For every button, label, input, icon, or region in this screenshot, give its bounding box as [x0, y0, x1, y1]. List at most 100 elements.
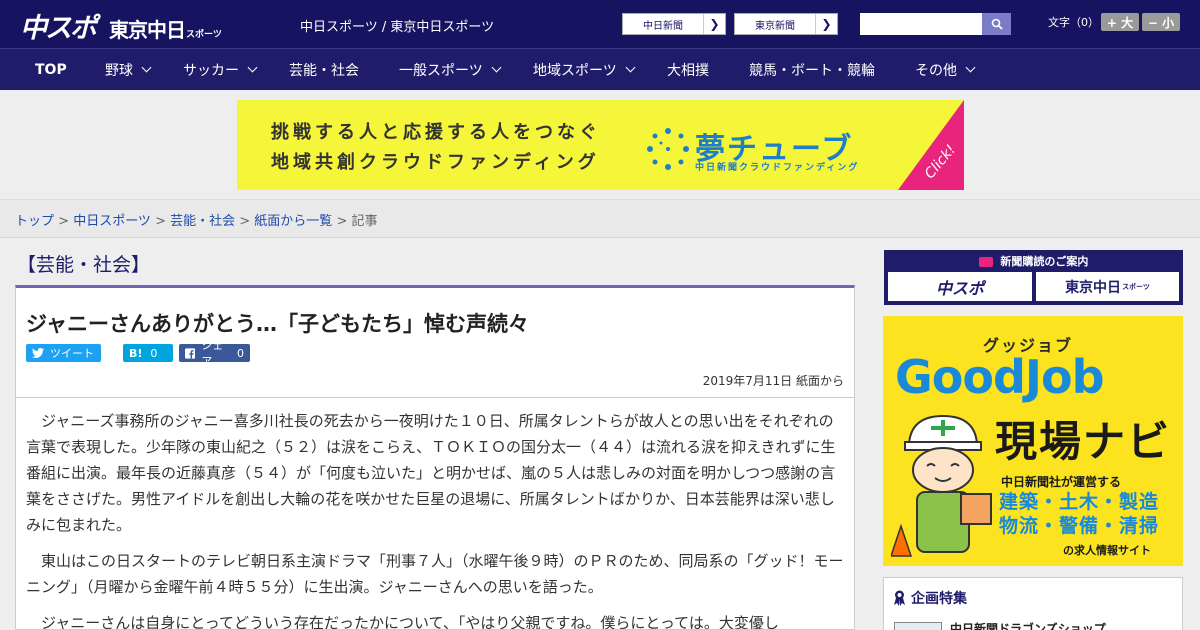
- chevron-down-icon: [965, 62, 976, 73]
- tokyo-shimbun-button[interactable]: 東京新聞 ❯: [734, 13, 838, 35]
- goodjob-industries-line-1: 建築・土木・製造: [999, 491, 1160, 513]
- breadcrumb-separator: >: [336, 214, 352, 229]
- goodjob-site-desc: の求人情報サイト: [1063, 544, 1151, 557]
- banner-brand-sub: 中日新聞クラウドファンディング: [695, 163, 860, 173]
- article-paragraph: ジャニーズ事務所のジャニー喜多川社長の死去から一夜明けた１０日、所属タレントらが…: [26, 412, 836, 534]
- nav-item-other[interactable]: その他: [915, 49, 976, 90]
- facebook-share-button[interactable]: シェア 0: [179, 339, 250, 368]
- nav-item-top[interactable]: TOP: [35, 49, 67, 90]
- nav-item-label: 大相撲: [667, 62, 709, 79]
- feature-title: 企画特集: [894, 588, 967, 608]
- hatena-icon: B!: [129, 346, 143, 360]
- nav-item-sumo[interactable]: 大相撲: [667, 49, 709, 90]
- chevron-down-icon: [141, 62, 152, 73]
- subscription-title-text: 新聞購読のご案内: [1000, 255, 1089, 268]
- feature-box: 企画特集 中日新聞ドラゴンズショップ: [883, 577, 1183, 630]
- ribbon-icon: [894, 590, 905, 606]
- article-body: ジャニーズ事務所のジャニー喜多川社長の死去から一夜明けた１０日、所属タレントらが…: [15, 398, 855, 630]
- nav-item-general-sports[interactable]: 一般スポーツ: [399, 49, 502, 90]
- banner-line-2: 地域共創クラウドファンディング: [271, 152, 600, 173]
- hatena-bookmark-button[interactable]: B! 0: [123, 344, 173, 362]
- yume-tube-logo: 夢チューブ 中日新聞クラウドファンディング: [645, 124, 905, 174]
- nav-item-baseball[interactable]: 野球: [105, 49, 152, 90]
- facebook-icon: [185, 347, 196, 359]
- site-button-label: 中日新聞: [643, 20, 683, 32]
- goodjob-genba-navi: 現場ナビ: [995, 417, 1172, 466]
- chevron-down-icon: [491, 62, 502, 73]
- feature-item-dragons-shop[interactable]: 中日新聞ドラゴンズショップ: [894, 620, 1106, 630]
- twitter-bird-icon: [32, 348, 44, 358]
- goodjob-title: GoodJob: [895, 350, 1105, 404]
- fb-share-label: シェア: [201, 339, 224, 368]
- goodjob-operator: 中日新聞社が運営する: [1001, 475, 1122, 489]
- nav-item-label: 地域スポーツ: [533, 62, 617, 79]
- breadcrumb-newspaper-list[interactable]: 紙面から一覧: [254, 214, 332, 229]
- search-button[interactable]: [982, 13, 1011, 35]
- site-logo[interactable]: 中スポ 東京中日 スポーツ: [20, 6, 222, 44]
- article-title: ジャニーさんありがとう…「子どもたち」悼む声続々: [26, 312, 529, 336]
- header-site-names: 中日スポーツ / 東京中日スポーツ: [300, 20, 495, 35]
- nav-item-entertainment[interactable]: 芸能・社会: [289, 49, 359, 90]
- banner-area: 挑戦する人と応援する人をつなぐ 地域共創クラウドファンディング 夢チューブ 中日…: [0, 90, 1200, 200]
- goodjob-industries-line-2: 物流・警備・清掃: [999, 515, 1160, 537]
- dragons-shop-thumbnail: [894, 621, 942, 630]
- subscription-title: 新聞購読のご案内: [884, 253, 1183, 269]
- breadcrumb-entertainment[interactable]: 芸能・社会: [170, 214, 235, 229]
- banner-text: 挑戦する人と応援する人をつなぐ 地域共創クラウドファンディング: [271, 118, 601, 178]
- breadcrumb-separator: >: [155, 214, 171, 229]
- breadcrumb-separator: >: [239, 214, 255, 229]
- logo-tokyo-sports: スポーツ: [186, 30, 222, 40]
- subscribe-tokyo-label: 東京中日: [1065, 279, 1122, 296]
- breadcrumb-top[interactable]: トップ: [15, 214, 54, 229]
- article-paragraph: ジャニーさんは自身にとってどういう存在だったかについて、「やはり父親ですね。僕ら…: [41, 614, 779, 630]
- tweet-label: ツイート: [50, 347, 94, 360]
- nav-item-label: 一般スポーツ: [399, 62, 483, 79]
- feature-item-label: 中日新聞ドラゴンズショップ: [950, 622, 1106, 630]
- article-date: 2019年7月11日 紙面から: [702, 374, 844, 388]
- subscription-box: 新聞購読のご案内 中スポ 東京中日 スポーツ: [884, 250, 1183, 305]
- nav-item-racing[interactable]: 競馬・ボート・競輪: [749, 49, 875, 90]
- feature-title-text: 企画特集: [911, 591, 967, 607]
- nav-item-label: 競馬・ボート・競輪: [749, 62, 875, 79]
- crowdfunding-banner[interactable]: 挑戦する人と応援する人をつなぐ 地域共創クラウドファンディング 夢チューブ 中日…: [237, 100, 964, 190]
- top-header: 中スポ 東京中日 スポーツ 中日スポーツ / 東京中日スポーツ 中日新聞 ❯ 東…: [0, 0, 1200, 48]
- chevron-right-icon: ❯: [703, 14, 725, 34]
- breadcrumb-separator: >: [58, 214, 74, 229]
- fb-share-count: 0: [237, 346, 244, 360]
- nav-item-local-sports[interactable]: 地域スポーツ: [533, 49, 636, 90]
- breadcrumb: トップ > 中日スポーツ > 芸能・社会 > 紙面から一覧 > 記事: [0, 200, 1200, 238]
- construction-worker-illustration: [891, 414, 992, 557]
- subscribe-tokyo-sports-label: スポーツ: [1122, 282, 1150, 291]
- subscribe-chuspo-button[interactable]: 中スポ: [888, 272, 1032, 301]
- tweet-button[interactable]: ツイート: [26, 344, 101, 362]
- search-icon: [991, 18, 1003, 30]
- banner-line-1: 挑戦する人と応援する人をつなぐ: [271, 122, 601, 143]
- newspaper-icon: [978, 257, 993, 267]
- font-size-label: 文字（0）: [1048, 16, 1099, 29]
- goodjob-industries: 建築・土木・製造 物流・警備・清掃: [999, 490, 1159, 538]
- subscribe-tokyo-chunichi-button[interactable]: 東京中日 スポーツ: [1036, 272, 1179, 301]
- nav-item-label: TOP: [35, 61, 67, 78]
- font-decrease-button[interactable]: − 小: [1142, 13, 1180, 31]
- chevron-down-icon: [247, 62, 258, 73]
- chevron-down-icon: [625, 62, 636, 73]
- nav-item-label: サッカー: [183, 62, 239, 79]
- chunichi-shimbun-button[interactable]: 中日新聞 ❯: [622, 13, 726, 35]
- article-header: ジャニーさんありがとう…「子どもたち」悼む声続々 ツイート B! 0 シェア 0…: [15, 285, 855, 398]
- nav-item-label: 野球: [105, 62, 133, 79]
- nav-item-label: 芸能・社会: [289, 62, 359, 79]
- article-paragraph: 東山はこの日スタートのテレビ朝日系主演ドラマ「刑事７人」（水曜午後９時）のＰＲの…: [26, 552, 844, 596]
- main-nav: TOP 野球 サッカー 芸能・社会 一般スポーツ 地域スポーツ 大相撲 競馬・ボ…: [0, 48, 1200, 90]
- breadcrumb-current: 記事: [351, 214, 378, 229]
- chevron-right-icon: ❯: [815, 14, 837, 34]
- site-button-label: 東京新聞: [755, 20, 795, 32]
- search-input[interactable]: [860, 13, 982, 35]
- hatena-count: 0: [150, 346, 158, 360]
- font-increase-button[interactable]: + 大: [1101, 13, 1139, 31]
- nav-item-label: その他: [915, 62, 957, 79]
- nav-item-soccer[interactable]: サッカー: [183, 49, 258, 90]
- breadcrumb-chunichi-sports[interactable]: 中日スポーツ: [73, 214, 151, 229]
- logo-tokyo-chunichi: 東京中日: [109, 18, 186, 42]
- goodjob-ad[interactable]: グッジョブ GoodJob 現場ナビ 中日新聞社が運営する 建築・土木・製造 物…: [883, 316, 1183, 566]
- article-category: 【芸能・社会】: [17, 254, 151, 276]
